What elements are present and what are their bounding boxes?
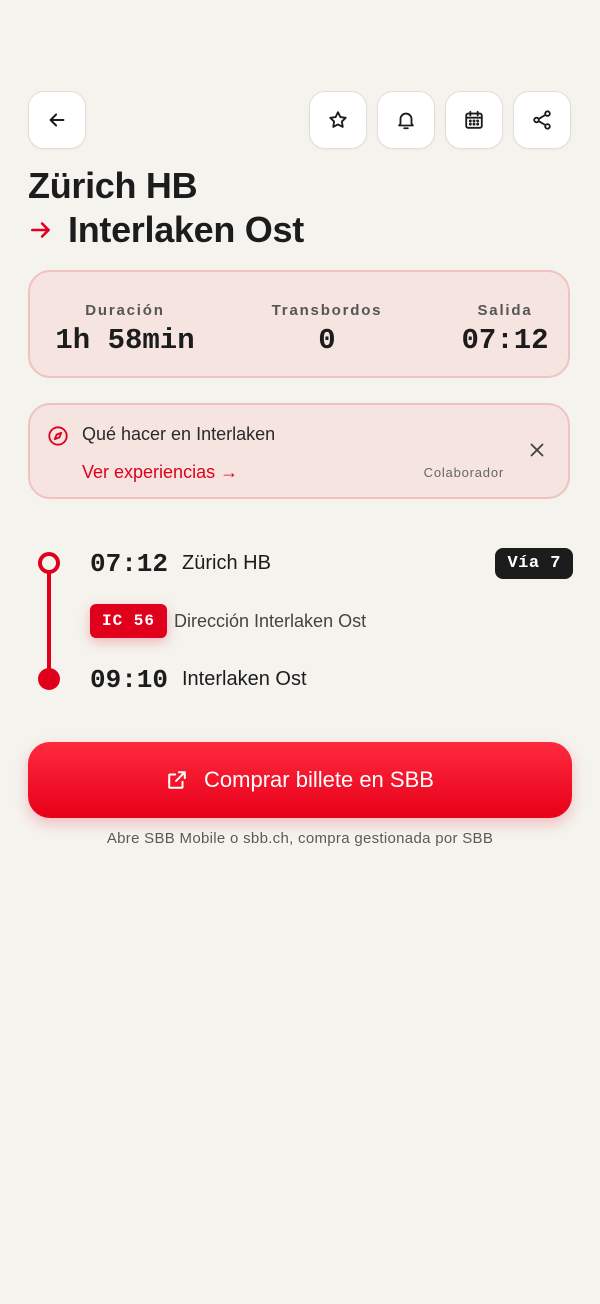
train-badge: IC 56 <box>90 604 168 638</box>
duration-label: Duración <box>85 302 165 319</box>
route-destination-row: Interlaken Ost <box>28 209 304 251</box>
journey-summary-card: Duración 1h 58min Transbordos 0 Salida 0… <box>28 270 570 378</box>
buy-ticket-label: Comprar billete en SBB <box>204 767 434 792</box>
favorite-button[interactable] <box>309 91 367 149</box>
calendar-button[interactable] <box>445 91 503 149</box>
duration-stat: Duración 1h 58min <box>30 272 220 376</box>
back-button[interactable] <box>28 91 86 149</box>
departure-stop-marker <box>38 552 60 574</box>
bell-icon <box>398 112 414 130</box>
compass-icon <box>48 426 68 446</box>
departure-value: 07:12 <box>461 324 549 357</box>
external-link-icon <box>168 771 186 789</box>
arrival-station: Interlaken Ost <box>182 668 307 690</box>
departure-time: 07:12 <box>90 549 169 579</box>
purchase-note: Abre SBB Mobile o sbb.ch, compra gestion… <box>106 830 494 847</box>
departure-label: Salida <box>477 302 533 319</box>
train-direction: Dirección Interlaken Ost <box>174 611 367 631</box>
transfers-label: Transbordos <box>271 302 383 319</box>
platform-badge: Vía 7 <box>495 548 573 579</box>
arrow-right-icon <box>31 222 50 238</box>
calendar-icon <box>465 110 483 129</box>
alerts-button[interactable] <box>377 91 435 149</box>
timeline-line <box>47 564 51 682</box>
share-icon <box>533 110 551 130</box>
top-bar <box>28 91 572 149</box>
partner-label: Colaborador <box>423 465 504 480</box>
transfers-value: 0 <box>318 324 336 357</box>
arrival-stop-marker <box>38 668 60 690</box>
view-experiences-link[interactable]: Ver experiencias → <box>82 462 238 483</box>
experiences-promo-card: Qué hacer en Interlaken Ver experiencias… <box>28 403 570 499</box>
arrival-time: 09:10 <box>90 665 169 695</box>
departure-station: Zürich HB <box>182 552 271 574</box>
share-button[interactable] <box>513 91 571 149</box>
close-icon[interactable] <box>526 439 548 461</box>
departure-stat: Salida 07:12 <box>440 272 570 376</box>
arrow-left-icon <box>49 113 65 127</box>
route-origin: Zürich HB <box>28 165 198 206</box>
buy-ticket-button[interactable]: Comprar billete en SBB <box>28 742 572 818</box>
promo-title: Qué hacer en Interlaken <box>82 424 276 444</box>
star-icon <box>329 111 347 128</box>
route-destination: Interlaken Ost <box>68 209 304 250</box>
journey-timeline: 07:12 Zürich HB Vía 7 IC 56 Dirección In… <box>28 538 573 708</box>
transfers-stat: Transbordos 0 <box>230 272 424 376</box>
duration-value: 1h 58min <box>55 324 195 357</box>
